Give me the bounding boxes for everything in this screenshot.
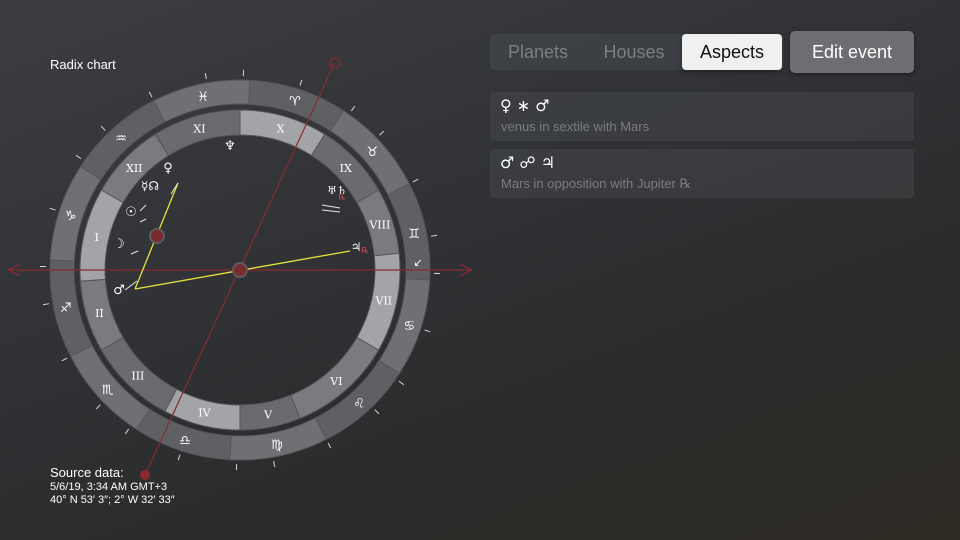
tab-aspects[interactable]: Aspects <box>682 34 782 70</box>
focus-marker <box>149 228 165 244</box>
house-number-label: VIII <box>368 219 390 232</box>
source-datetime: 5/6/19, 3:34 AM GMT+3 <box>50 481 168 493</box>
degree-tick <box>95 404 101 410</box>
source-data: Source data: 5/6/19, 3:34 AM GMT+3 40° N… <box>50 464 175 507</box>
zodiac-sign-label: ♓ <box>197 90 209 105</box>
view-segmented-control: Planets Houses Aspects <box>490 34 784 70</box>
aspect-symbols: ♀ ∗ ♂ <box>500 96 550 115</box>
degree-tick <box>374 409 380 415</box>
degree-tick <box>299 79 303 86</box>
degree-tick <box>327 442 332 449</box>
house-number-label: IX <box>340 162 352 175</box>
planet-glyph-sun: ☉ <box>125 205 137 220</box>
degree-tick <box>424 329 431 333</box>
zodiac-sign-label: ♊ <box>408 227 420 242</box>
zodiac-sign-label: ♎ <box>179 433 191 448</box>
degree-tick <box>49 207 56 211</box>
radix-chart[interactable]: ♓♒♑♐♏♎ ♍♌♋♊♉♈XIXVIIIVIIVIVIVIIIIIIXIIXI♆♀… <box>0 0 960 540</box>
planet-glyph-jupiter: ♃ <box>351 240 362 254</box>
aspect-description: Mars in opposition with Jupiter ℞ <box>501 176 692 191</box>
degree-tick <box>177 454 181 461</box>
source-coordinates: 40° N 53′ 3″; 2° W 32′ 33″ <box>50 494 175 506</box>
house-number-label: VI <box>329 375 342 388</box>
degree-tick <box>204 72 207 80</box>
degree-tick <box>61 357 68 362</box>
degree-tick <box>100 125 106 131</box>
degree-tick <box>398 380 405 386</box>
zodiac-sign-label: ♐ <box>60 301 72 316</box>
planet-pointer-tick <box>139 204 147 212</box>
house-number-label: X <box>277 123 285 136</box>
planet-pointer-tick <box>139 218 147 223</box>
planet-glyph-mars: ♂ <box>113 283 125 298</box>
degree-tick <box>379 130 385 136</box>
degree-tick <box>273 460 276 468</box>
house-number-label: III <box>131 370 144 383</box>
degree-tick <box>412 178 419 183</box>
degree-tick <box>42 303 50 306</box>
zodiac-sign-label: ♒ <box>115 132 127 147</box>
zodiac-sign-label: ♈ <box>289 95 301 110</box>
zodiac-sign-label: ♌ <box>353 396 365 411</box>
zodiac-sign-label: ♏ <box>102 383 114 398</box>
chart-center-marker <box>232 262 248 278</box>
planet-glyph-retrograde-mark-2: ℞ <box>338 193 345 202</box>
house-number-label: XI <box>193 123 205 136</box>
tab-planets[interactable]: Planets <box>490 34 586 70</box>
planet-glyph-moon: ☽ <box>113 237 125 252</box>
degree-tick <box>124 428 130 435</box>
degree-tick <box>430 234 438 237</box>
house-number-label: IV <box>198 407 211 420</box>
zodiac-sign-label: ♑ <box>65 209 77 224</box>
planet-pointer-tick <box>321 204 341 209</box>
planet-glyph-mercury-north-node: ☿☊ <box>141 179 159 193</box>
planet-pointer-tick <box>130 250 139 255</box>
zodiac-sign-label: ♍ <box>271 438 283 453</box>
degree-tick <box>148 91 153 98</box>
zodiac-sign-label: ♋ <box>403 319 415 334</box>
planet-glyph-pluto: ↙ <box>413 256 422 269</box>
house-number-label: I <box>95 231 99 244</box>
house-number-label: XII <box>126 162 143 175</box>
zodiac-sign-label: ♉ <box>366 145 378 160</box>
degree-tick <box>75 154 82 160</box>
aspect-list-item[interactable]: ♂ ☍ ♃ Mars in opposition with Jupiter ℞ <box>490 149 914 198</box>
house-number-label: V <box>263 408 273 421</box>
house-number-label: II <box>95 307 104 320</box>
edit-event-button[interactable]: Edit event <box>790 31 914 73</box>
source-title: Source data: <box>50 465 124 480</box>
tab-houses[interactable]: Houses <box>586 34 682 70</box>
degree-tick <box>350 105 356 112</box>
planet-glyph-venus: ♀ <box>163 161 173 176</box>
aspect-symbols: ♂ ☍ ♃ <box>500 153 556 172</box>
house-number-label: VII <box>374 295 392 308</box>
aspect-description: venus in sextile with Mars <box>501 119 650 134</box>
aspect-list-item[interactable]: ♀ ∗ ♂ venus in sextile with Mars <box>490 92 914 141</box>
planet-glyph-retrograde-mark: ℞ <box>361 246 368 255</box>
midheaven-marker <box>329 57 341 69</box>
planet-pointer-tick <box>321 209 341 213</box>
planet-glyph-neptune: ♆ <box>224 139 236 154</box>
